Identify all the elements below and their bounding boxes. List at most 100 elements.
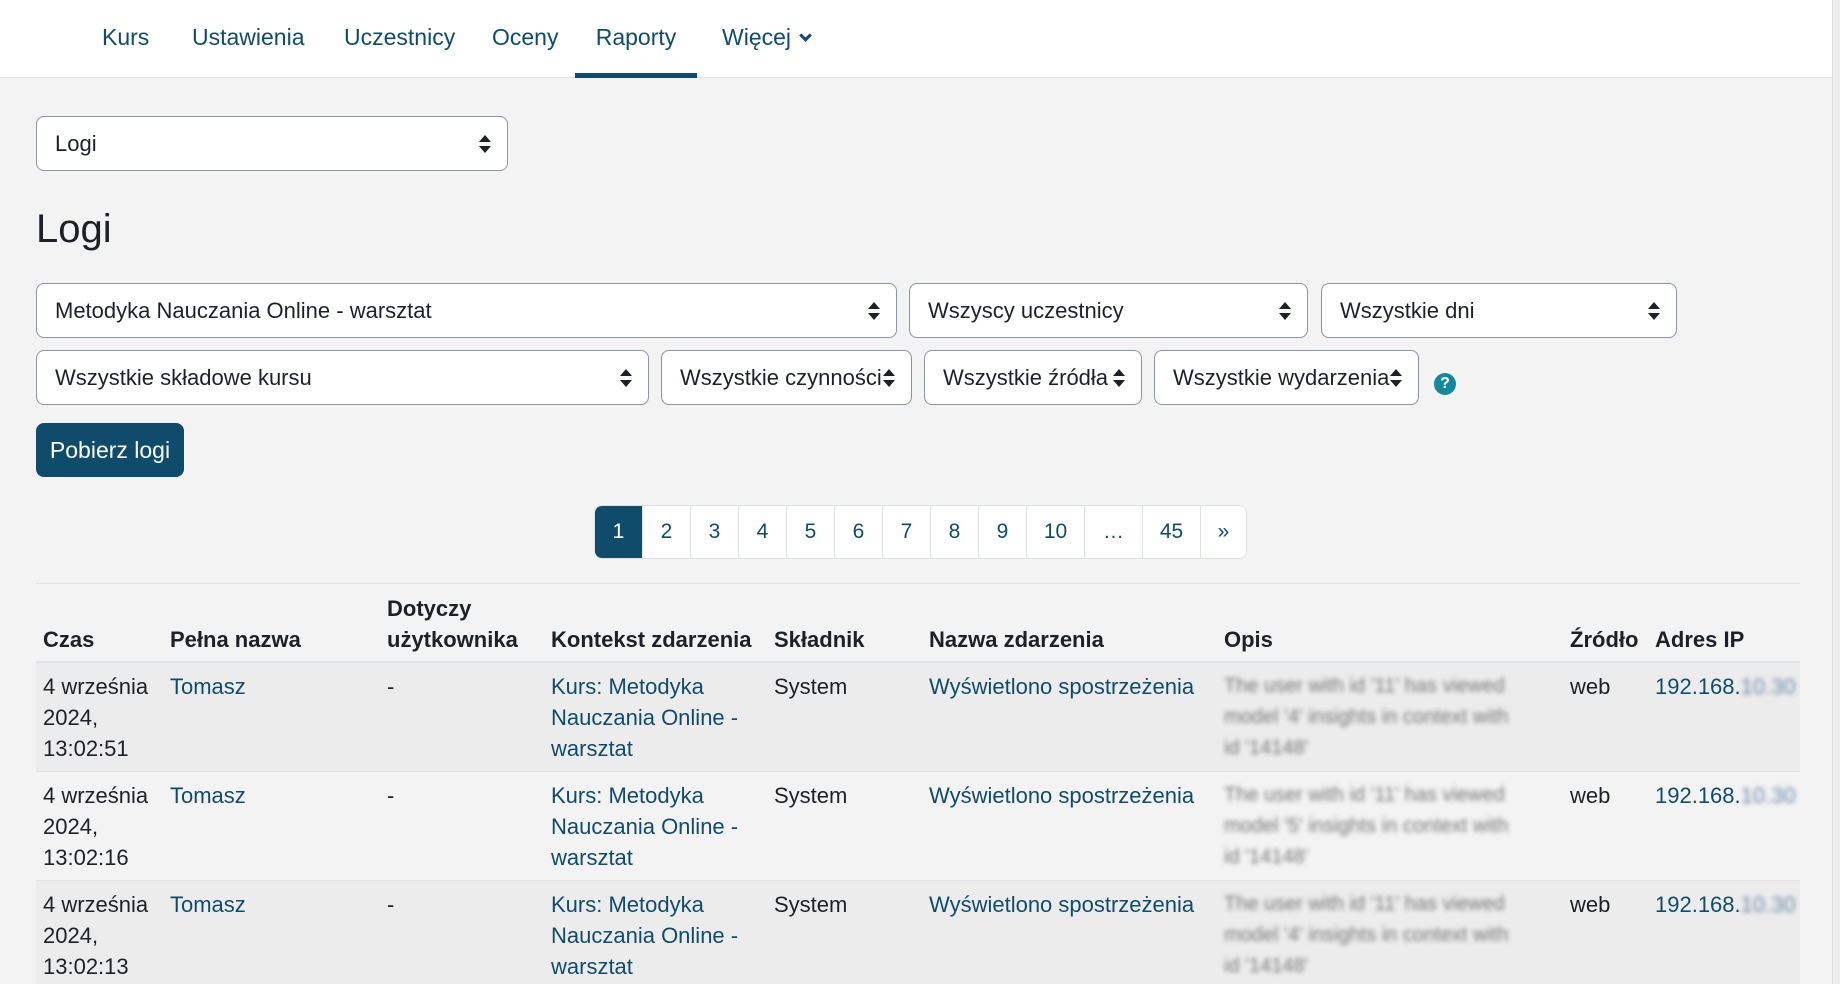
cell-component: System (774, 892, 848, 917)
sources-select[interactable]: Wszystkie źródła (924, 350, 1142, 405)
participants-select[interactable]: Wszyscy uczestnicy (909, 283, 1308, 338)
course-select[interactable]: Metodyka Nauczania Online - warsztat (36, 283, 897, 338)
page-item[interactable]: 8 (930, 506, 978, 558)
header-related-user-line2: użytkownika (387, 627, 518, 652)
cell-time-date: 4 września (43, 674, 149, 699)
tab-wiecej-label: Więcej (722, 24, 792, 50)
page-item[interactable]: 1 (595, 506, 642, 558)
ip-link[interactable]: 192.168.10.30 (1655, 671, 1796, 702)
help-icon[interactable]: ? (1434, 373, 1456, 395)
header-event-name: Nazwa zdarzenia (929, 627, 1104, 652)
actions-select-value: Wszystkie czynności (680, 365, 882, 390)
cell-time-clock: 13:02:51 (43, 736, 129, 761)
cell-origin: web (1570, 783, 1611, 808)
table-row: 4 września 2024, 13:02:16 Tomasz - Kurs:… (36, 772, 1800, 881)
user-link[interactable]: Tomasz (170, 780, 246, 811)
context-line: Kurs: Metodyka (551, 892, 704, 917)
cell-component: System (774, 783, 848, 808)
tab-raporty[interactable]: Raporty (575, 0, 697, 78)
tab-kurs[interactable]: Kurs (102, 0, 149, 78)
secondary-navigation: Kurs Ustawienia Uczestnicy Oceny Raporty… (0, 0, 1840, 78)
table-row: 4 września 2024, 13:02:13 Tomasz - Kurs:… (36, 881, 1800, 984)
user-link[interactable]: Tomasz (170, 889, 246, 920)
page-item[interactable]: 4 (738, 506, 786, 558)
page-next[interactable]: » (1200, 506, 1246, 558)
cell-description: The user with id '11' has viewed model '… (1224, 889, 1508, 982)
pagination: 1 2 3 4 5 6 7 8 9 10 … 45 » (594, 505, 1247, 559)
page-item[interactable]: 6 (834, 506, 882, 558)
tab-ustawienia[interactable]: Ustawienia (192, 0, 305, 78)
event-name-link[interactable]: Wyświetlono spostrzeżenia (929, 671, 1194, 702)
description-line: id '14148' (1224, 737, 1309, 759)
cell-description: The user with id '11' has viewed model '… (1224, 671, 1508, 764)
page-item[interactable]: 9 (978, 506, 1026, 558)
header-origin: Źródło (1570, 627, 1639, 652)
user-link[interactable]: Tomasz (170, 671, 246, 702)
events-select[interactable]: Wszystkie wydarzenia (1154, 350, 1419, 405)
context-link[interactable]: Kurs: Metodyka Nauczania Online - warszt… (551, 671, 738, 764)
cell-related-user: - (387, 892, 395, 917)
page-item[interactable]: 3 (690, 506, 738, 558)
page-item-ellipsis: … (1084, 506, 1142, 558)
page-item[interactable]: 45 (1142, 506, 1200, 558)
context-line: Nauczania Online - (551, 705, 739, 730)
tab-oceny[interactable]: Oceny (492, 0, 558, 78)
cell-time-date: 4 września (43, 783, 149, 808)
select-arrows-icon (868, 301, 880, 320)
scrollbar[interactable] (1832, 0, 1840, 984)
page-item[interactable]: 10 (1026, 506, 1084, 558)
description-line: The user with id '11' has viewed (1224, 893, 1505, 915)
days-select[interactable]: Wszystkie dni (1321, 283, 1677, 338)
ip-link[interactable]: 192.168.10.30 (1655, 889, 1796, 920)
page-item[interactable]: 7 (882, 506, 930, 558)
header-related-user-line1: Dotyczy (387, 596, 472, 621)
cell-time-year: 2024, (43, 705, 99, 730)
context-line: warsztat (551, 736, 633, 761)
tab-wiecej[interactable]: Więcej (722, 0, 812, 78)
ip-visible: 192.168. (1655, 674, 1741, 699)
page-item[interactable]: 2 (642, 506, 690, 558)
participants-select-value: Wszyscy uczestnicy (928, 298, 1124, 323)
ip-hidden: 10.30 (1740, 892, 1796, 917)
cell-time: 4 września 2024, 13:02:51 (43, 671, 148, 764)
cell-component: System (774, 674, 848, 699)
description-line: model '4' insights in context with (1224, 706, 1509, 728)
context-line: warsztat (551, 845, 633, 870)
sources-select-value: Wszystkie źródła (943, 365, 1109, 390)
context-link[interactable]: Kurs: Metodyka Nauczania Online - warszt… (551, 780, 738, 873)
select-arrows-icon (1279, 301, 1291, 320)
cell-time-clock: 13:02:16 (43, 845, 129, 870)
table-row: 4 września 2024, 13:02:51 Tomasz - Kurs:… (36, 663, 1800, 772)
tab-uczestnicy[interactable]: Uczestnicy (344, 0, 455, 78)
header-context: Kontekst zdarzenia (551, 627, 752, 652)
ip-link[interactable]: 192.168.10.30 (1655, 780, 1796, 811)
description-line: model '5' insights in context with (1224, 815, 1509, 837)
context-link[interactable]: Kurs: Metodyka Nauczania Online - warszt… (551, 889, 738, 982)
select-arrows-icon (1648, 301, 1660, 320)
page-item[interactable]: 5 (786, 506, 834, 558)
course-select-value: Metodyka Nauczania Online - warsztat (55, 298, 432, 323)
header-description: Opis (1224, 627, 1273, 652)
cell-related-user: - (387, 783, 395, 808)
download-logs-button[interactable]: Pobierz logi (36, 423, 184, 477)
context-line: warsztat (551, 954, 633, 979)
cell-time: 4 września 2024, 13:02:13 (43, 889, 148, 982)
event-name-link[interactable]: Wyświetlono spostrzeżenia (929, 889, 1194, 920)
components-select[interactable]: Wszystkie składowe kursu (36, 350, 649, 405)
select-arrows-icon (479, 134, 491, 153)
ip-visible: 192.168. (1655, 783, 1741, 808)
days-select-value: Wszystkie dni (1340, 298, 1475, 323)
components-select-value: Wszystkie składowe kursu (55, 365, 312, 390)
actions-select[interactable]: Wszystkie czynności (661, 350, 912, 405)
cell-origin: web (1570, 674, 1611, 699)
page-title: Logi (36, 207, 112, 251)
description-line: The user with id '11' has viewed (1224, 784, 1505, 806)
context-line: Kurs: Metodyka (551, 674, 704, 699)
description-line: id '14148' (1224, 955, 1309, 977)
cell-description: The user with id '11' has viewed model '… (1224, 780, 1508, 873)
header-time: Czas (43, 627, 95, 652)
cell-time: 4 września 2024, 13:02:16 (43, 780, 148, 873)
cell-time-date: 4 września (43, 892, 149, 917)
event-name-link[interactable]: Wyświetlono spostrzeżenia (929, 780, 1194, 811)
report-select[interactable]: Logi (36, 116, 508, 171)
